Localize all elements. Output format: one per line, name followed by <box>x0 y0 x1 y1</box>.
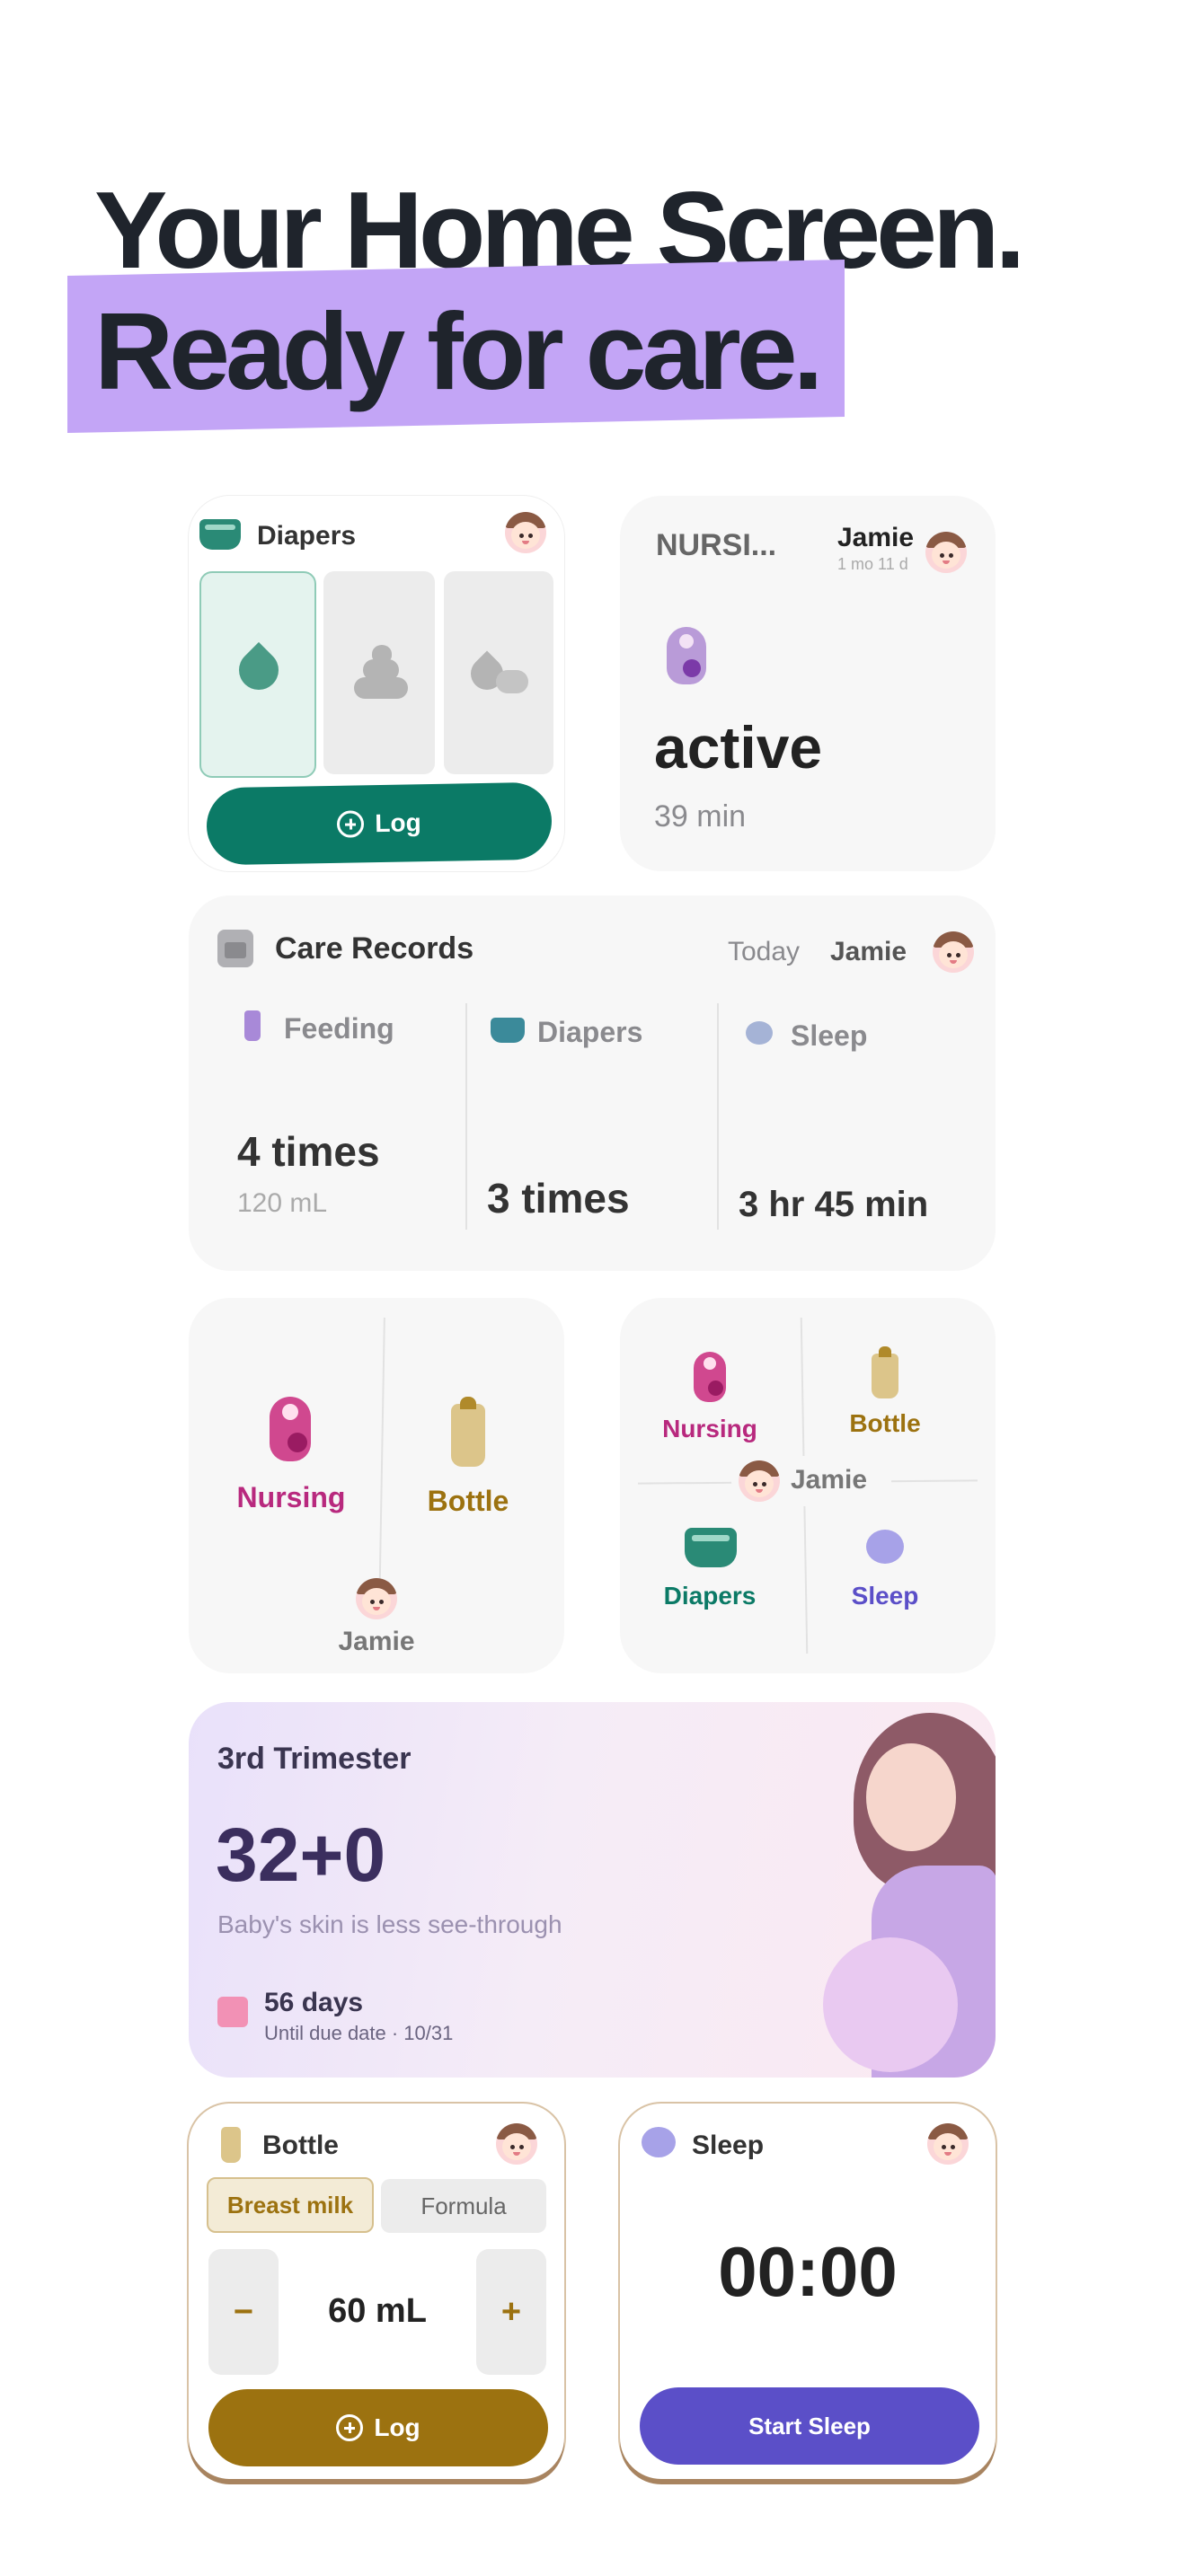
bottle-icon <box>451 1397 485 1467</box>
bottle-label: Bottle <box>849 1409 921 1437</box>
feeding-label: Feeding <box>284 1012 394 1045</box>
baby-avatar-icon[interactable] <box>496 2123 537 2165</box>
diapers-count: 3 times <box>487 1175 630 1222</box>
nursing-label: Nursing <box>662 1415 757 1442</box>
diaper-icon <box>491 1018 525 1043</box>
care-records-title: Care Records <box>275 931 474 966</box>
due-date: Until due date · 10/31 <box>264 2022 454 2044</box>
sleep-title: Sleep <box>692 2130 765 2160</box>
nursing-widget[interactable]: NURSI... Jamie 1 mo 11 d active 39 min <box>620 496 996 871</box>
mixed-option[interactable] <box>444 571 553 774</box>
baby-fact: Baby's skin is less see-through <box>217 1910 562 1938</box>
sleep-icon <box>866 1530 904 1564</box>
bottle-label: Bottle <box>427 1485 509 1517</box>
bottle-icon <box>872 1346 898 1398</box>
trimester-label: 3rd Trimester <box>217 1742 412 1776</box>
nursing-button[interactable]: Nursing <box>647 1352 773 1451</box>
child-name: Jamie <box>338 1627 415 1656</box>
baby-avatar-icon <box>925 532 967 573</box>
nursing-icon <box>270 1397 311 1461</box>
bottle-icon <box>221 2127 241 2163</box>
diapers-widget: Diapers Log <box>189 496 564 871</box>
plus-circle-icon <box>337 810 365 838</box>
diapers-label: Diapers <box>537 1016 643 1048</box>
quick-log-two-widget: Nursing Bottle Jamie <box>189 1298 564 1673</box>
sleep-total: 3 hr 45 min <box>739 1185 929 1224</box>
sleep-button[interactable]: Sleep <box>827 1524 943 1623</box>
quick-log-four-widget: Nursing Bottle Jamie Diapers Sleep <box>620 1298 996 1673</box>
nursing-duration: 39 min <box>654 799 747 834</box>
gestational-week: 32+0 <box>216 1813 386 1897</box>
sleep-icon <box>642 2127 676 2157</box>
nursing-icon <box>667 627 706 684</box>
nursing-label: Nursing <box>236 1481 346 1513</box>
breast-milk-tab[interactable]: Breast milk <box>207 2177 374 2233</box>
plus-circle-icon <box>336 2414 364 2441</box>
water-drop-icon <box>230 641 288 699</box>
pee-option[interactable] <box>199 571 316 778</box>
feeding-count: 4 times <box>237 1128 380 1175</box>
nursing-status: active <box>654 714 823 781</box>
child-name: Jamie <box>830 937 907 966</box>
diapers-button[interactable]: Diapers <box>647 1528 773 1627</box>
nursing-button[interactable]: Nursing <box>219 1397 363 1522</box>
nursing-title: NURSI... <box>656 528 777 562</box>
decrement-button[interactable]: − <box>208 2249 279 2375</box>
bottle-title: Bottle <box>262 2130 339 2160</box>
baby-avatar-icon[interactable] <box>505 512 546 553</box>
baby-avatar-icon <box>933 931 974 973</box>
start-sleep-button[interactable]: Start Sleep <box>640 2387 979 2465</box>
baby-avatar-icon[interactable] <box>927 2123 969 2165</box>
period-label: Today <box>728 937 801 966</box>
sleep-icon <box>746 1021 773 1045</box>
child-age: 1 mo 11 d <box>837 555 908 573</box>
child-chip: Jamie <box>731 1456 891 1506</box>
child-name: Jamie <box>791 1465 868 1495</box>
diapers-log-button[interactable]: Log <box>206 781 553 866</box>
pregnant-woman-illustration <box>818 1713 996 2078</box>
sleep-widget: Sleep 00:00 Start Sleep <box>620 2104 996 2479</box>
bottle-icon <box>244 1010 261 1041</box>
increment-button[interactable]: + <box>476 2249 546 2375</box>
feeding-volume: 120 mL <box>237 1188 328 1218</box>
nursing-icon <box>694 1352 726 1402</box>
calendar-icon <box>217 930 253 967</box>
bottle-log-button[interactable]: Log <box>208 2389 548 2466</box>
calendar-icon <box>217 1997 248 2027</box>
pregnancy-widget[interactable]: 3rd Trimester 32+0 Baby's skin is less s… <box>189 1702 996 2078</box>
child-name: Jamie <box>837 523 915 552</box>
care-records-widget[interactable]: Care Records Today Jamie Feeding 4 times… <box>189 895 996 1271</box>
sleep-label: Sleep <box>851 1582 919 1610</box>
formula-tab[interactable]: Formula <box>381 2179 546 2233</box>
sleep-timer: 00:00 <box>718 2232 898 2311</box>
diapers-title: Diapers <box>257 521 357 551</box>
poop-option[interactable] <box>323 571 435 774</box>
diaper-icon <box>199 519 241 550</box>
days-remaining: 56 days <box>264 1988 364 2017</box>
bottle-widget: Bottle Breast milk Formula − 60 mL + Log <box>189 2104 564 2479</box>
sleep-label: Sleep <box>791 1019 868 1052</box>
diaper-icon <box>685 1528 737 1567</box>
diapers-label: Diapers <box>663 1582 757 1610</box>
amount-display: 60 mL <box>328 2292 427 2330</box>
baby-avatar-icon <box>356 1578 397 1619</box>
baby-avatar-icon <box>739 1460 780 1502</box>
headline-line-2: Ready for care. <box>94 290 824 412</box>
bottle-button[interactable]: Bottle <box>401 1397 535 1530</box>
bottle-button[interactable]: Bottle <box>827 1346 943 1447</box>
